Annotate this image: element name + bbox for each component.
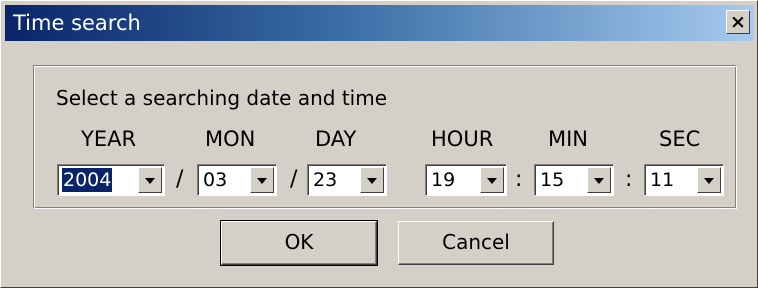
- day-label: DAY: [315, 127, 357, 151]
- cancel-button[interactable]: Cancel: [398, 221, 554, 265]
- hour-label: HOUR: [431, 127, 494, 151]
- time-separator: :: [625, 167, 633, 192]
- year-value: 2004: [62, 168, 113, 192]
- month-dropdown-button[interactable]: [250, 167, 274, 193]
- second-value: 11: [650, 169, 675, 191]
- minute-value: 15: [540, 169, 565, 191]
- hour-select[interactable]: 19: [425, 164, 507, 196]
- day-dropdown-button[interactable]: [360, 167, 384, 193]
- ok-button[interactable]: OK: [220, 220, 378, 266]
- day-select[interactable]: 23: [307, 164, 387, 196]
- second-select[interactable]: 11: [644, 164, 724, 196]
- year-label: YEAR: [81, 127, 137, 151]
- date-separator: /: [176, 167, 184, 192]
- title-bar[interactable]: Time search ×: [5, 5, 754, 41]
- minute-label: MIN: [548, 127, 589, 151]
- chevron-down-icon: [487, 178, 497, 184]
- close-icon: ×: [730, 11, 746, 33]
- month-value: 03: [203, 169, 228, 191]
- window-title: Time search: [13, 11, 141, 35]
- minute-select[interactable]: 15: [534, 164, 614, 196]
- time-search-dialog: Time search × Select a searching date an…: [0, 0, 758, 288]
- day-value: 23: [313, 169, 338, 191]
- second-label: SEC: [659, 127, 701, 151]
- year-dropdown-button[interactable]: [138, 167, 162, 193]
- chevron-down-icon: [257, 178, 267, 184]
- month-select[interactable]: 03: [197, 164, 277, 196]
- chevron-down-icon: [367, 178, 377, 184]
- prompt-label: Select a searching date and time: [56, 86, 388, 110]
- time-separator: :: [515, 167, 523, 192]
- month-label: MON: [205, 127, 256, 151]
- minute-dropdown-button[interactable]: [587, 167, 611, 193]
- year-select[interactable]: 2004: [57, 164, 165, 196]
- chevron-down-icon: [594, 178, 604, 184]
- chevron-down-icon: [704, 178, 714, 184]
- chevron-down-icon: [145, 178, 155, 184]
- hour-dropdown-button[interactable]: [480, 167, 504, 193]
- second-dropdown-button[interactable]: [697, 167, 721, 193]
- date-separator: /: [290, 167, 298, 192]
- hour-value: 19: [431, 169, 456, 191]
- close-button[interactable]: ×: [726, 10, 750, 34]
